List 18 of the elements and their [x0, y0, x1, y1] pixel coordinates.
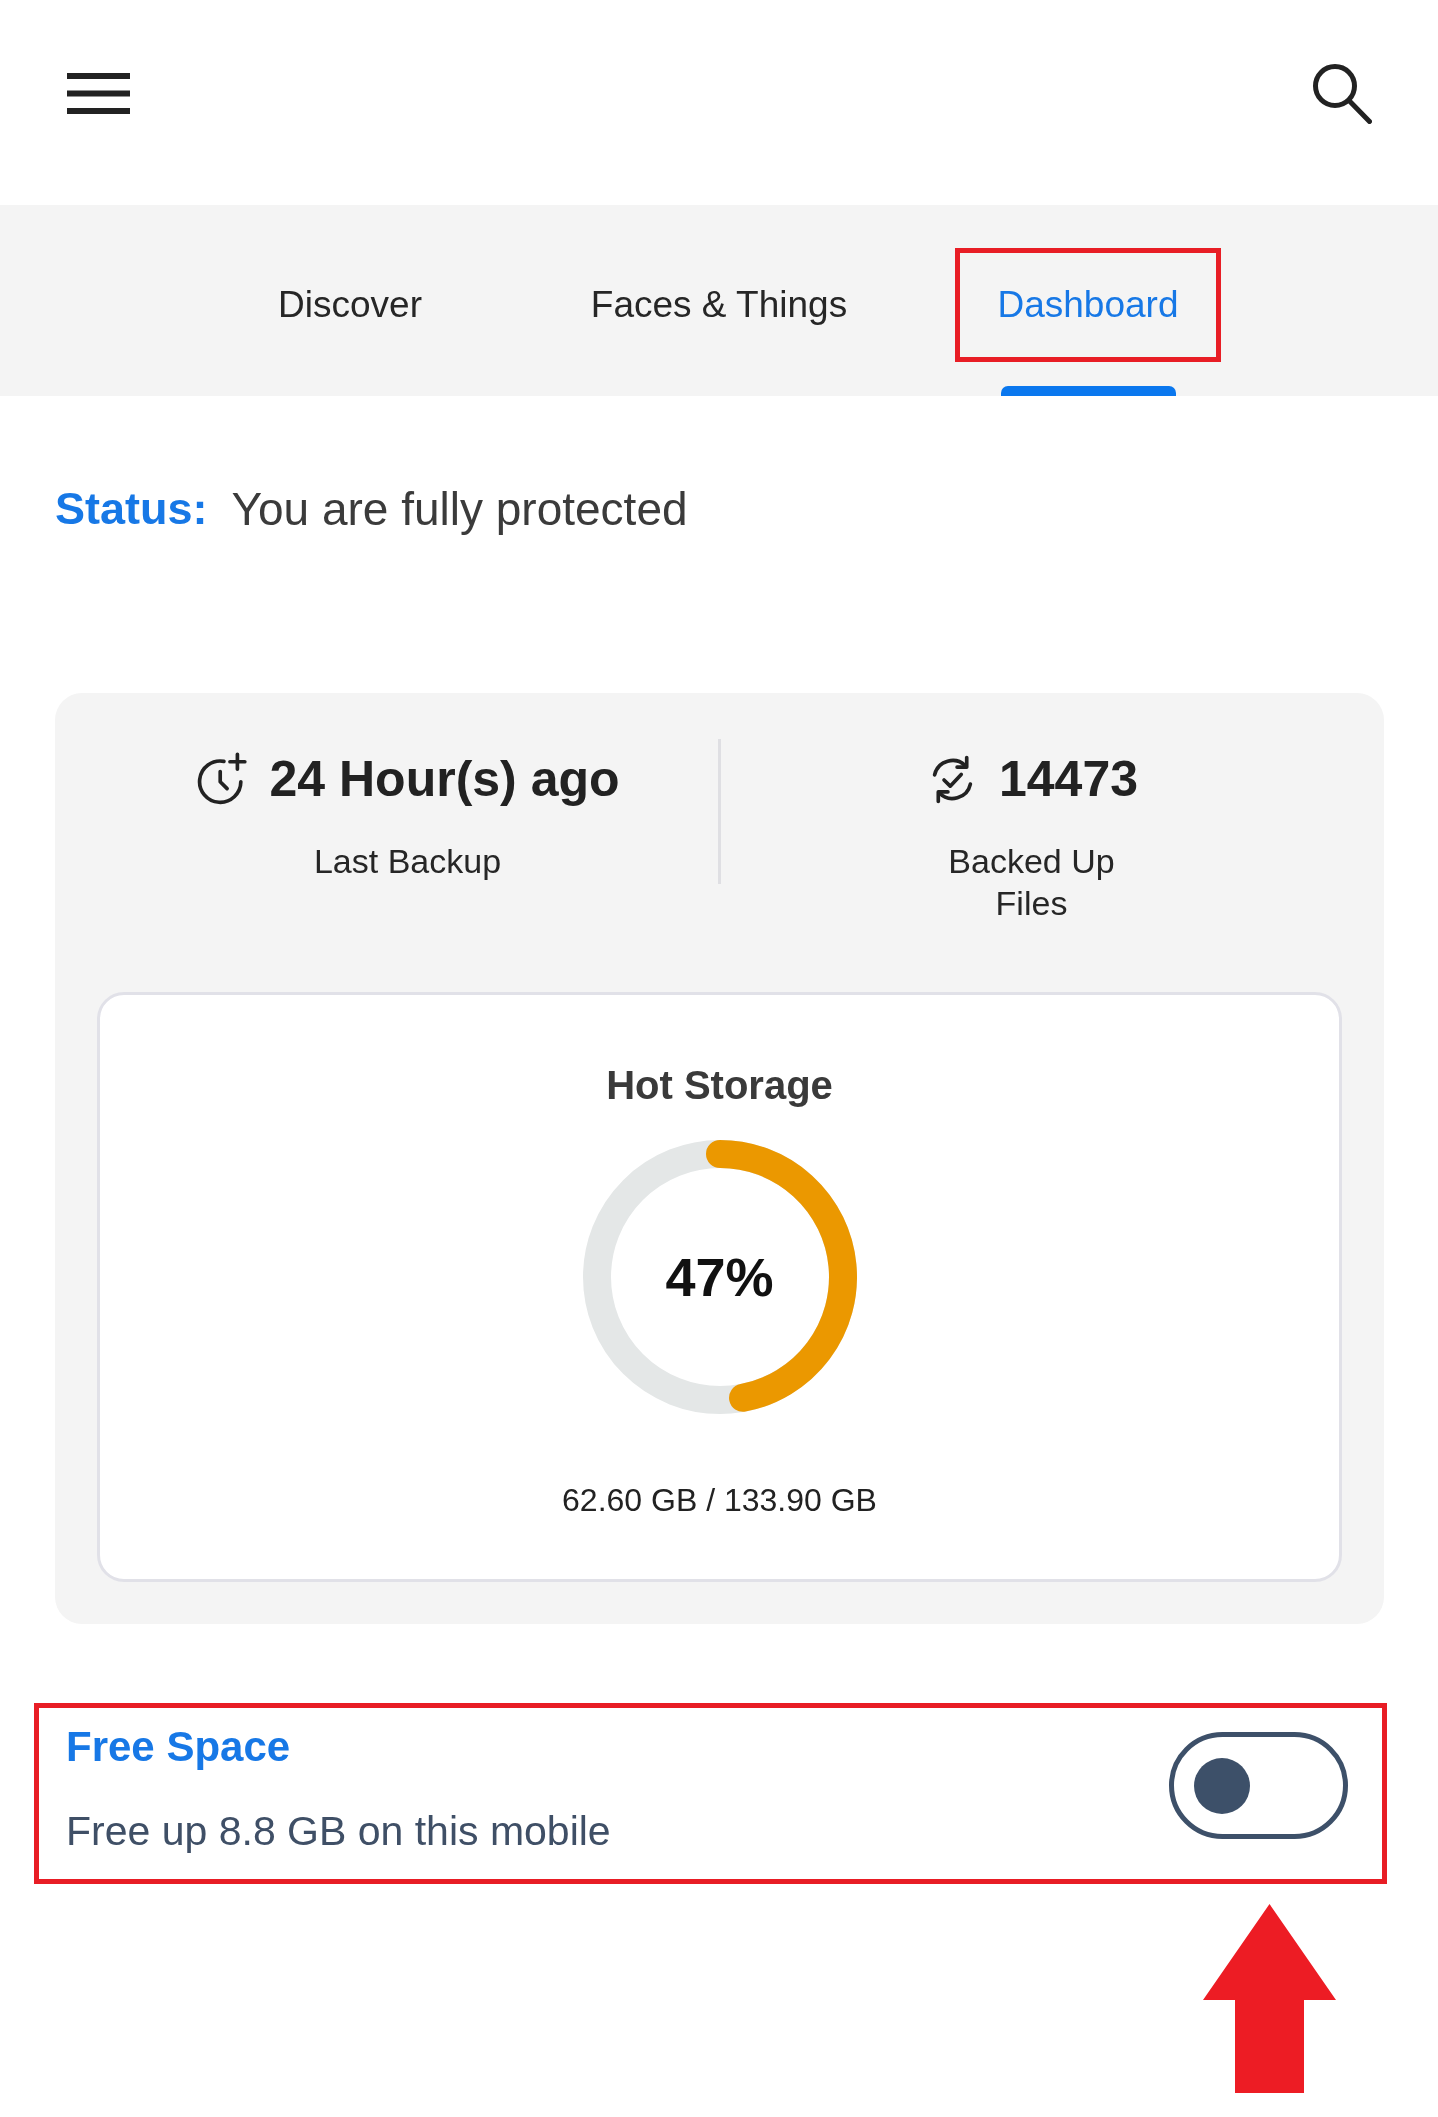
free-space-description: Free up 8.8 GB on this mobile	[66, 1807, 611, 1856]
search-button[interactable]	[1312, 63, 1372, 124]
storage-usage: 62.60 GB / 133.90 GB	[562, 1481, 877, 1520]
tab[interactable]: Dashboard	[955, 248, 1221, 362]
menu-icon	[67, 73, 130, 114]
tab[interactable]: Discover	[217, 248, 483, 362]
status-text: You are fully protected	[231, 482, 688, 536]
menu-button[interactable]	[67, 73, 130, 114]
storage-title: Hot Storage	[606, 1062, 833, 1109]
stat-label: Backed Up Files	[947, 841, 1116, 924]
status-label: Status:	[55, 483, 208, 535]
free-space-title: Free Space	[66, 1722, 291, 1772]
stat-value: 24 Hour(s) ago	[269, 750, 620, 809]
search-icon	[1312, 63, 1372, 124]
stat-value: 14473	[998, 750, 1138, 809]
storage-percent: 47%	[665, 1246, 774, 1308]
stat-label: Last Backup	[313, 841, 502, 882]
tab[interactable]: Faces & Things	[586, 248, 852, 362]
